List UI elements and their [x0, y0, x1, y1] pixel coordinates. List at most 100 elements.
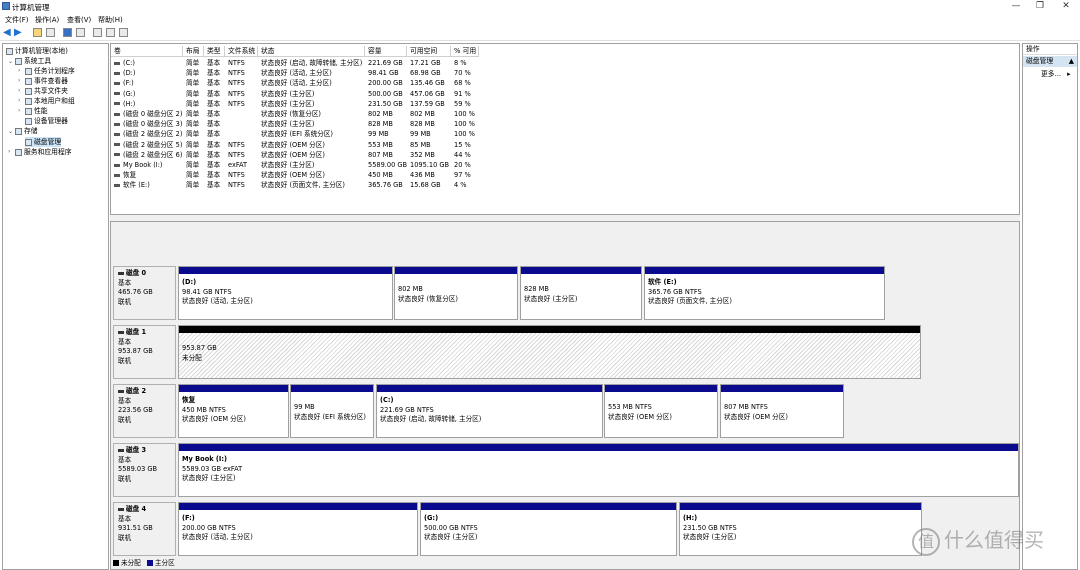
disk-info[interactable]: 磁盘 1 基本 953.87 GB 联机 [113, 325, 176, 379]
expand-arrow-icon[interactable]: › [8, 148, 10, 155]
disk-info[interactable]: 磁盘 0 基本 465.76 GB 联机 [113, 266, 176, 320]
table-row[interactable]: (F:) 简单 基本 NTFS 状态良好 (活动, 主分区) 200.00 GB 135.4… [111, 78, 1019, 88]
tree-root[interactable]: 计算机管理(本地) [6, 46, 68, 56]
cell-text: 231.50 GB [368, 99, 403, 108]
col-header-type[interactable]: 类型 [204, 46, 225, 57]
table-row[interactable]: (磁盘 2 磁盘分区 2) 简单 基本 状态良好 (EFI 系统分区) 99 MB 99 … [111, 129, 1019, 139]
expand-arrow-icon[interactable]: › [18, 77, 20, 84]
properties-icon[interactable] [76, 28, 85, 37]
partition[interactable]: 828 MB 状态良好 (主分区) [520, 266, 642, 320]
back-arrow-icon[interactable]: ◀ [3, 27, 11, 38]
col-header-layout[interactable]: 布局 [183, 46, 204, 57]
col-header-filesystem[interactable]: 文件系统 [225, 46, 258, 57]
computer-icon [6, 47, 13, 55]
tree-event-viewer[interactable]: 事件查看器 [25, 76, 68, 86]
actions-section-disk-management[interactable]: 磁盘管理 ▲ [1023, 56, 1077, 67]
tree-shared-folders[interactable]: 共享文件夹 [25, 86, 68, 96]
tree-task-scheduler[interactable]: 任务计划程序 [25, 66, 75, 76]
col-header-status[interactable]: 状态 [258, 46, 365, 57]
close-button[interactable]: ✕ [1050, 0, 1080, 13]
expand-arrow-icon[interactable]: › [18, 87, 20, 94]
expand-arrow-icon[interactable]: › [18, 107, 20, 114]
volume-icon [114, 163, 120, 167]
table-row[interactable]: (D:) 简单 基本 NTFS 状态良好 (活动, 主分区) 98.41 GB 68.98 … [111, 68, 1019, 78]
center-pane: 卷 布局 类型 文件系统 状态 容量 可用空间 % 可用 (C:) 简单 基本 NTF… [110, 43, 1020, 570]
table-row[interactable]: (C:) 简单 基本 NTFS 状态良好 (启动, 故障转储, 主分区) 221.69 G… [111, 58, 1019, 68]
col-header-capacity[interactable]: 容量 [365, 46, 407, 57]
action-more[interactable]: 更多... ▸ [1041, 69, 1071, 80]
expand-arrow-icon[interactable]: › [18, 97, 20, 104]
actions-title: 操作 [1023, 44, 1077, 55]
tree-local-users[interactable]: 本地用户和组 [25, 96, 75, 106]
menu-file[interactable]: 文件(F) [5, 15, 29, 25]
tree-performance[interactable]: 性能 [25, 106, 48, 116]
partition[interactable]: 802 MB 状态良好 (恢复分区) [394, 266, 518, 320]
collapse-arrow-icon[interactable]: ▲ [1069, 56, 1074, 67]
help-icon[interactable] [63, 28, 72, 37]
tree-storage[interactable]: 存储 [15, 126, 38, 136]
cell-text: 85 MB [410, 140, 431, 149]
cell-text: 简单 [186, 69, 200, 78]
cell-text: 91 % [454, 89, 471, 98]
table-row[interactable]: (H:) 简单 基本 NTFS 状态良好 (主分区) 231.50 GB 137.59 GB… [111, 99, 1019, 109]
partition-state: 状态良好 (主分区) [683, 533, 737, 541]
col-header-free[interactable]: 可用空间 [407, 46, 451, 57]
disk-info[interactable]: 磁盘 3 基本 5589.03 GB 联机 [113, 443, 176, 497]
partition[interactable]: 恢复 450 MB NTFS 状态良好 (OEM 分区) [178, 384, 289, 438]
menu-action[interactable]: 操作(A) [35, 15, 59, 25]
disk-type: 基本 [118, 278, 132, 287]
partition[interactable]: (G:) 500.00 GB NTFS 状态良好 (主分区) [420, 502, 677, 556]
cell-text: 15.68 GB [410, 181, 441, 190]
partition[interactable]: (D:) 98.41 GB NTFS 状态良好 (活动, 主分区) [178, 266, 393, 320]
table-row[interactable]: (磁盘 0 磁盘分区 3) 简单 基本 状态良好 (主分区) 828 MB 828 MB 1… [111, 119, 1019, 129]
col-header-volume[interactable]: 卷 [111, 46, 183, 57]
partition[interactable]: (F:) 200.00 GB NTFS 状态良好 (活动, 主分区) [178, 502, 418, 556]
disk-info[interactable]: 磁盘 2 基本 223.56 GB 联机 [113, 384, 176, 438]
expand-arrow-icon[interactable]: ⌄ [8, 58, 13, 65]
partition-size: 231.50 GB NTFS [683, 523, 737, 532]
folder-up-icon[interactable] [33, 28, 42, 37]
table-cell: (D:) [114, 68, 135, 78]
partition[interactable]: 807 MB NTFS 状态良好 (OEM 分区) [720, 384, 844, 438]
menu-help[interactable]: 帮助(H) [98, 15, 123, 25]
view-icon[interactable] [119, 28, 128, 37]
partition-text: (H:) 231.50 GB NTFS 状态良好 (主分区) [683, 514, 737, 543]
disk-info[interactable]: 磁盘 4 基本 931.51 GB 联机 [113, 502, 176, 556]
cell-text: 状态良好 (活动, 主分区) [261, 69, 332, 78]
col-header-percent-free[interactable]: % 可用 [451, 46, 479, 57]
partition[interactable]: 软件 (E:) 365.76 GB NTFS 状态良好 (页面文件, 主分区) [644, 266, 885, 320]
expand-arrow-icon[interactable]: › [18, 67, 20, 74]
tree-device-manager[interactable]: 设备管理器 [25, 116, 68, 126]
partition[interactable]: (C:) 221.69 GB NTFS 状态良好 (启动, 故障转储, 主分区) [376, 384, 603, 438]
table-row[interactable]: (磁盘 2 磁盘分区 5) 简单 基本 NTFS 状态良好 (OEM 分区) 553 MB… [111, 140, 1019, 150]
check-icon[interactable] [93, 28, 102, 37]
cell-text: 828 MB [368, 120, 393, 129]
partition[interactable]: My Book (I:) 5589.03 GB exFAT 状态良好 (主分区) [178, 443, 1019, 497]
table-cell: 17.21 GB [410, 58, 441, 68]
tree-system-tools[interactable]: 系统工具 [15, 56, 51, 66]
expand-arrow-icon[interactable]: ⌄ [8, 128, 13, 135]
table-cell: 553 MB [368, 140, 393, 150]
forward-arrow-icon[interactable]: ▶ [14, 27, 22, 38]
volume-icon [114, 132, 120, 136]
tree-services-apps[interactable]: 服务和应用程序 [15, 147, 72, 157]
partition[interactable]: (H:) 231.50 GB NTFS 状态良好 (主分区) [679, 502, 922, 556]
partition[interactable]: 953.87 GB 未分配 [178, 325, 921, 379]
partition[interactable]: 553 MB NTFS 状态良好 (OEM 分区) [604, 384, 718, 438]
table-cell: 137.59 GB [410, 99, 445, 109]
table-row[interactable]: 软件 (E:) 简单 基本 NTFS 状态良好 (页面文件, 主分区) 365.76 GB… [111, 180, 1019, 190]
table-row[interactable]: (磁盘 2 磁盘分区 6) 简单 基本 NTFS 状态良好 (OEM 分区) 807 MB… [111, 150, 1019, 160]
menu-view[interactable]: 查看(V) [67, 15, 91, 25]
partition[interactable]: 99 MB 状态良好 (EFI 系统分区) [290, 384, 374, 438]
show-tree-icon[interactable] [46, 28, 55, 37]
table-cell: 简单 [186, 180, 199, 190]
edit-icon[interactable] [106, 28, 115, 37]
partition-bar [179, 503, 417, 510]
table-row[interactable]: (磁盘 0 磁盘分区 2) 简单 基本 状态良好 (恢复分区) 802 MB 802 MB… [111, 109, 1019, 119]
cell-text: (磁盘 2 磁盘分区 2) [123, 130, 183, 139]
table-row[interactable]: My Book (I:) 简单 基本 exFAT 状态良好 (主分区) 5589.00 G… [111, 160, 1019, 170]
tree-disk-management[interactable]: 磁盘管理 [25, 137, 62, 147]
cell-text: 基本 [207, 161, 221, 169]
table-row[interactable]: 恢复 简单 基本 NTFS 状态良好 (OEM 分区) 450 MB 436 MB 97 % [111, 170, 1019, 180]
table-row[interactable]: (G:) 简单 基本 NTFS 状态良好 (主分区) 500.00 GB 457.06 GB… [111, 89, 1019, 99]
